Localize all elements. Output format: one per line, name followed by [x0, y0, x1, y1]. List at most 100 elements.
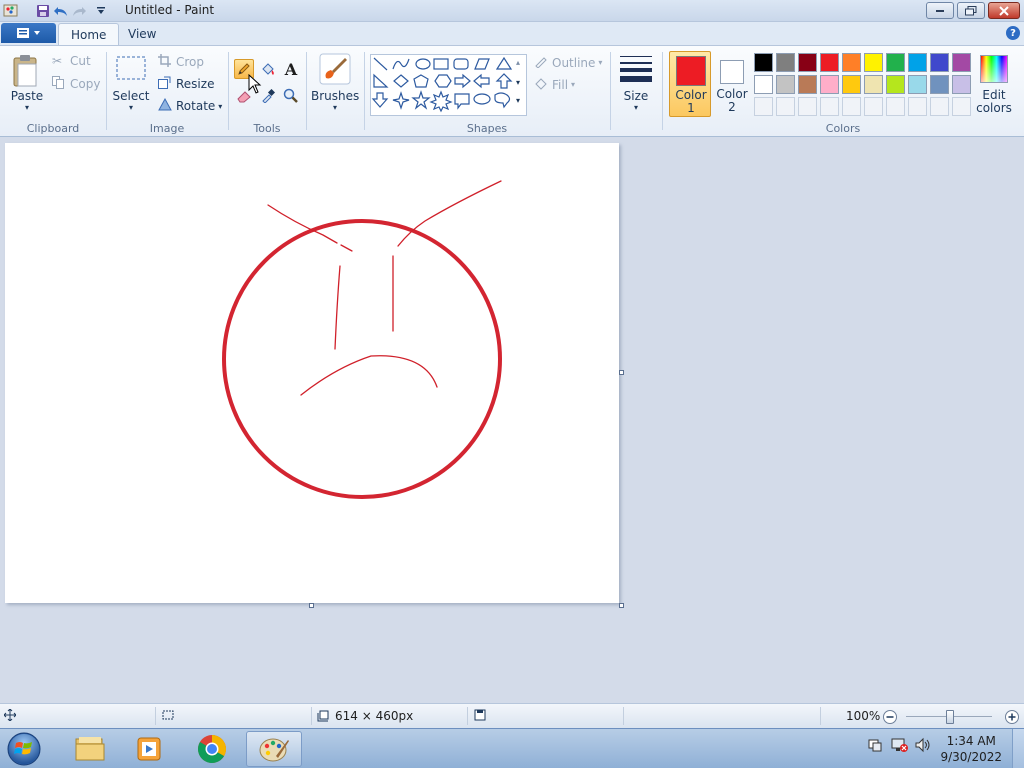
shapes-scroll-up-icon[interactable]: ▴ [516, 58, 520, 67]
resize-handle-right[interactable] [619, 370, 624, 375]
image-group-label: Image [149, 122, 185, 135]
action-center-icon[interactable] [865, 735, 885, 755]
help-icon[interactable]: ? [1006, 26, 1020, 40]
text-tool[interactable]: A [281, 59, 301, 79]
palette-color-swatch[interactable] [886, 75, 905, 94]
palette-color-swatch[interactable] [908, 75, 927, 94]
paste-icon[interactable] [12, 52, 42, 92]
palette-custom-slot[interactable] [908, 97, 927, 116]
palette-color-swatch[interactable] [930, 75, 949, 94]
palette-color-swatch[interactable] [886, 53, 905, 72]
maximize-button[interactable] [957, 2, 985, 19]
palette-custom-slot[interactable] [798, 97, 817, 116]
palette-color-swatch[interactable] [842, 53, 861, 72]
resize-handle-corner[interactable] [619, 603, 624, 608]
palette-custom-slot[interactable] [842, 97, 861, 116]
shapes-more-icon[interactable]: ▾ [516, 96, 520, 105]
size-icon[interactable] [620, 54, 652, 82]
canvas-size-icon [317, 710, 329, 722]
palette-color-swatch[interactable] [820, 75, 839, 94]
redo-icon[interactable] [70, 2, 88, 20]
zoom-in-button[interactable] [1004, 709, 1020, 725]
network-icon[interactable] [889, 735, 909, 755]
customize-qat-icon[interactable] [92, 2, 110, 20]
close-button[interactable] [988, 2, 1020, 19]
outline-dropdown-icon: ▾ [598, 58, 603, 67]
palette-color-swatch[interactable] [908, 53, 927, 72]
palette-custom-slot[interactable] [886, 97, 905, 116]
palette-color-swatch[interactable] [798, 75, 817, 94]
palette-color-swatch[interactable] [864, 75, 883, 94]
palette-custom-slot[interactable] [952, 97, 971, 116]
shapes-gallery[interactable] [370, 54, 527, 116]
taskbar-media-player[interactable] [122, 731, 178, 767]
palette-custom-slot[interactable] [754, 97, 773, 116]
show-desktop-button[interactable] [1012, 729, 1024, 768]
file-menu-button[interactable] [1, 23, 56, 43]
outline-button[interactable]: Outline ▾ [534, 54, 602, 71]
palette-color-swatch[interactable] [842, 75, 861, 94]
resize-handle-bottom[interactable] [309, 603, 314, 608]
edit-colors-label: Edit colors [976, 88, 1012, 115]
right-eyebrow [397, 180, 502, 247]
palette-custom-slot[interactable] [864, 97, 883, 116]
rotate-button[interactable]: Rotate ▾ [158, 97, 222, 114]
drawing-canvas[interactable] [5, 143, 619, 603]
taskbar-chrome[interactable] [184, 731, 240, 767]
zoom-out-button[interactable] [882, 709, 898, 725]
palette-custom-slot[interactable] [820, 97, 839, 116]
quick-access-toolbar [2, 2, 110, 20]
taskbar: 1:34 AM 9/30/2022 [0, 728, 1024, 768]
brushes-button[interactable]: Brushes ▾ [311, 89, 359, 112]
taskbar-paint[interactable] [246, 731, 302, 767]
taskbar-explorer[interactable] [62, 731, 118, 767]
palette-color-swatch[interactable] [952, 75, 971, 94]
select-button[interactable]: Select ▾ [111, 89, 151, 112]
cut-button[interactable]: ✂ Cut [52, 54, 91, 68]
palette-custom-slot[interactable] [776, 97, 795, 116]
tab-home[interactable]: Home [58, 23, 120, 45]
select-icon[interactable] [116, 56, 146, 82]
left-eye [334, 265, 341, 350]
tab-view[interactable]: View [116, 23, 168, 45]
system-clock[interactable]: 1:34 AM 9/30/2022 [940, 733, 1002, 765]
palette-color-swatch[interactable] [776, 53, 795, 72]
save-icon[interactable] [34, 2, 52, 20]
volume-icon[interactable] [913, 735, 933, 755]
group-separator [610, 52, 611, 130]
palette-color-swatch[interactable] [930, 53, 949, 72]
copy-button[interactable]: Copy [52, 76, 100, 92]
minimize-icon [936, 9, 944, 12]
zoom-slider-thumb[interactable] [946, 710, 954, 724]
colors-group-label: Colors [825, 122, 861, 135]
palette-color-swatch[interactable] [798, 53, 817, 72]
color-1-button[interactable]: Color 1 [669, 51, 711, 117]
palette-color-swatch[interactable] [776, 75, 795, 94]
shapes-scroll-down-icon[interactable]: ▾ [516, 78, 520, 87]
palette-color-swatch[interactable] [952, 53, 971, 72]
fill-button[interactable]: Fill ▾ [534, 76, 575, 93]
minimize-button[interactable] [926, 2, 954, 19]
palette-color-swatch[interactable] [820, 53, 839, 72]
paste-button[interactable]: Paste ▾ [8, 89, 46, 112]
size-button[interactable]: Size ▾ [616, 89, 656, 112]
palette-custom-slot[interactable] [930, 97, 949, 116]
crop-button[interactable]: Crop [158, 54, 204, 70]
status-separator [311, 707, 312, 725]
mouse-cursor-icon [248, 73, 262, 97]
palette-color-swatch[interactable] [864, 53, 883, 72]
copy-icon [52, 76, 68, 92]
start-button[interactable] [4, 730, 44, 768]
status-separator [155, 707, 156, 725]
edit-colors-button[interactable]: Edit colors [976, 51, 1012, 117]
resize-icon [158, 76, 174, 92]
magnifier-tool[interactable] [281, 86, 301, 106]
palette-color-swatch[interactable] [754, 75, 773, 94]
paint-app-icon[interactable] [2, 2, 20, 20]
resize-button[interactable]: Resize [158, 76, 214, 92]
brush-icon[interactable] [318, 52, 352, 86]
outline-icon [534, 54, 552, 71]
color-2-button[interactable]: Color 2 [712, 51, 752, 117]
palette-color-swatch[interactable] [754, 53, 773, 72]
undo-icon[interactable] [52, 2, 70, 20]
